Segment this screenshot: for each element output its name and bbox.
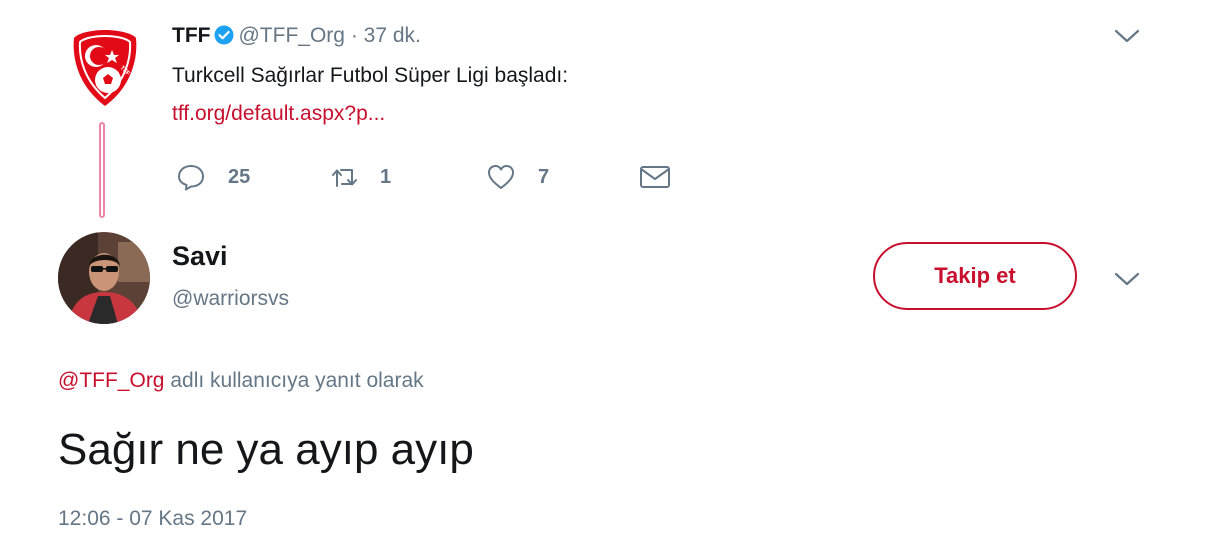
- chevron-down-icon[interactable]: [1114, 271, 1140, 287]
- like-button[interactable]: 7: [486, 160, 549, 194]
- reply-tweet-timestamp[interactable]: 12:06 - 07 Kas 2017: [58, 505, 247, 533]
- thread-connector-line: [99, 122, 105, 218]
- avatar[interactable]: [58, 232, 150, 324]
- parent-author-name[interactable]: TFF: [172, 24, 210, 47]
- replying-mention-link[interactable]: @TFF_Org: [58, 369, 165, 392]
- heart-icon: [488, 165, 514, 189]
- reply-author-name[interactable]: Savi: [172, 238, 228, 274]
- like-count: 7: [538, 165, 550, 188]
- retweet-count: 1: [380, 165, 392, 188]
- parent-tweet-header: TFF @TFF_Org · 37 dk.: [172, 22, 421, 50]
- tff-crest-avatar[interactable]: TFF: [70, 28, 140, 108]
- follow-button[interactable]: Takip et: [873, 242, 1077, 310]
- reply-button[interactable]: 25: [176, 160, 250, 194]
- parent-tweet-time[interactable]: 37 dk.: [364, 24, 421, 47]
- parent-tweet-link[interactable]: tff.org/default.aspx?p...: [172, 100, 385, 128]
- envelope-icon: [640, 166, 670, 188]
- replying-to-text: adlı kullanıcıya yanıt olarak: [164, 369, 424, 392]
- retweet-icon: [332, 169, 357, 187]
- replying-to-context: @TFF_Org adlı kullanıcıya yanıt olarak: [58, 367, 424, 395]
- parent-author-handle[interactable]: @TFF_Org: [238, 24, 345, 47]
- header-separator: ·: [350, 24, 358, 47]
- parent-tweet-text: Turkcell Sağırlar Futbol Süper Ligi başl…: [172, 64, 569, 87]
- reply-tweet-text: Sağır ne ya ayıp ayıp: [58, 425, 474, 474]
- chevron-down-icon[interactable]: [1114, 28, 1140, 44]
- reply-icon: [178, 165, 204, 191]
- verified-badge-icon: [214, 25, 234, 45]
- reply-author-handle[interactable]: @warriorsvs: [172, 285, 289, 313]
- retweet-button[interactable]: 1: [328, 160, 391, 194]
- reply-count: 25: [228, 165, 251, 188]
- direct-message-button[interactable]: [638, 160, 672, 194]
